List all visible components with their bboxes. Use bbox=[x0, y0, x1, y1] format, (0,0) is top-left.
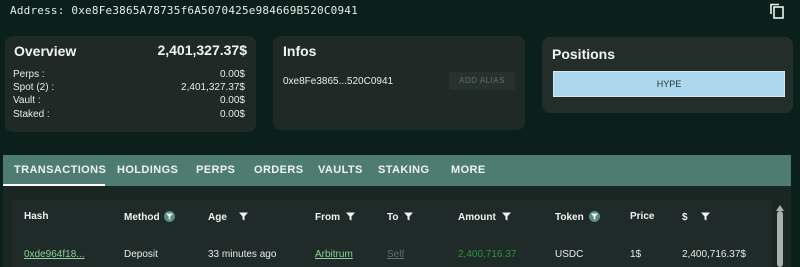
tx-to-link[interactable]: Self bbox=[387, 249, 404, 260]
column-header-hash: Hash bbox=[24, 211, 48, 222]
column-header-to: To bbox=[387, 211, 414, 223]
filter-icon[interactable] bbox=[238, 211, 249, 222]
activity-panel: TRANSACTIONS HOLDINGS PERPS ORDERS VAULT… bbox=[3, 155, 791, 267]
overview-row-label: Perps : bbox=[13, 69, 45, 80]
overview-row-label: Vault : bbox=[13, 95, 41, 106]
overview-row-vault: Vault : 0.00$ bbox=[13, 95, 245, 108]
column-header-age: Age bbox=[208, 211, 249, 223]
copy-icon[interactable] bbox=[768, 2, 786, 20]
column-header-label: Price bbox=[630, 211, 655, 222]
tx-method: Deposit bbox=[124, 249, 158, 260]
address-bar: Address: 0xe8Fe3865A78735f6A5070425e9846… bbox=[0, 0, 800, 24]
filter-icon[interactable] bbox=[403, 211, 414, 222]
column-header-label: Method bbox=[124, 212, 160, 223]
column-header-token: Token bbox=[555, 211, 600, 223]
overview-row-value: 0.00$ bbox=[219, 109, 245, 120]
tab-perps[interactable]: PERPS bbox=[196, 155, 235, 186]
overview-row-value: 0.00$ bbox=[219, 95, 245, 106]
column-header-label: Amount bbox=[458, 212, 496, 223]
tab-more[interactable]: MORE bbox=[451, 155, 486, 186]
filter-icon[interactable] bbox=[588, 211, 600, 222]
column-header-label: Token bbox=[555, 212, 584, 223]
column-header-usd: $ bbox=[682, 211, 711, 223]
filter-icon[interactable] bbox=[501, 211, 512, 222]
address-label: Address: 0xe8Fe3865A78735f6A5070425e9846… bbox=[10, 4, 358, 17]
add-alias-button[interactable]: ADD ALIAS bbox=[449, 72, 515, 90]
scroll-up-icon[interactable] bbox=[776, 202, 784, 211]
tx-age: 33 minutes ago bbox=[208, 249, 277, 260]
filter-icon[interactable] bbox=[700, 211, 711, 222]
tab-holdings[interactable]: HOLDINGS bbox=[117, 155, 178, 186]
positions-title: Positions bbox=[552, 46, 616, 62]
overview-title: Overview bbox=[14, 43, 77, 59]
overview-card: Overview 2,401,327.37$ Perps : 0.00$ Spo… bbox=[5, 36, 256, 132]
overview-row-value: 0.00$ bbox=[219, 69, 245, 80]
column-header-price: Price bbox=[630, 211, 654, 222]
tx-hash-link[interactable]: 0xde964f18... bbox=[24, 249, 85, 260]
tab-orders[interactable]: ORDERS bbox=[254, 155, 303, 186]
tab-vaults[interactable]: VAULTS bbox=[318, 155, 363, 186]
tx-price: 1$ bbox=[630, 249, 642, 260]
tab-bar: TRANSACTIONS HOLDINGS PERPS ORDERS VAULT… bbox=[3, 155, 791, 186]
column-header-amount: Amount bbox=[458, 211, 512, 223]
tab-staking[interactable]: STAKING bbox=[378, 155, 429, 186]
tx-usd-value: 2,400,716.37$ bbox=[682, 249, 746, 260]
scrollbar-thumb[interactable] bbox=[777, 211, 783, 267]
column-header-label: From bbox=[315, 212, 340, 223]
column-header-from: From bbox=[315, 211, 356, 223]
column-header-label: Hash bbox=[24, 211, 49, 222]
overview-total: 2,401,327.37$ bbox=[157, 42, 247, 58]
table-scrollbar[interactable] bbox=[776, 199, 784, 267]
overview-row-label: Staked : bbox=[13, 109, 50, 120]
overview-row-label: Spot (2) : bbox=[13, 82, 55, 93]
tx-token: USDC bbox=[555, 249, 584, 260]
column-header-method: Method bbox=[124, 211, 176, 223]
infos-short-address: 0xe8Fe3865...520C0941 bbox=[283, 76, 394, 87]
position-chip-hype[interactable]: HYPE bbox=[553, 71, 785, 97]
column-header-label: To bbox=[387, 212, 399, 223]
transactions-table: Hash Method Age From To Amount Token Pri… bbox=[12, 200, 772, 267]
filter-icon[interactable] bbox=[345, 211, 356, 222]
overview-row-value: 2,401,327.37$ bbox=[181, 82, 245, 93]
tx-amount: 2,400,716.37 bbox=[458, 249, 517, 260]
overview-row-perps: Perps : 0.00$ bbox=[13, 69, 245, 82]
positions-card: Positions HYPE bbox=[542, 37, 793, 113]
overview-row-spot: Spot (2) : 2,401,327.37$ bbox=[13, 82, 245, 95]
tab-transactions[interactable]: TRANSACTIONS bbox=[3, 155, 106, 186]
filter-icon[interactable] bbox=[164, 211, 176, 222]
column-header-label: Age bbox=[208, 212, 227, 223]
overview-row-staked: Staked : 0.00$ bbox=[13, 109, 245, 122]
infos-card: Infos 0xe8Fe3865...520C0941 ADD ALIAS bbox=[273, 36, 525, 130]
infos-title: Infos bbox=[283, 43, 317, 59]
column-header-label: $ bbox=[682, 212, 688, 223]
tx-from-link[interactable]: Arbitrum bbox=[315, 249, 353, 260]
